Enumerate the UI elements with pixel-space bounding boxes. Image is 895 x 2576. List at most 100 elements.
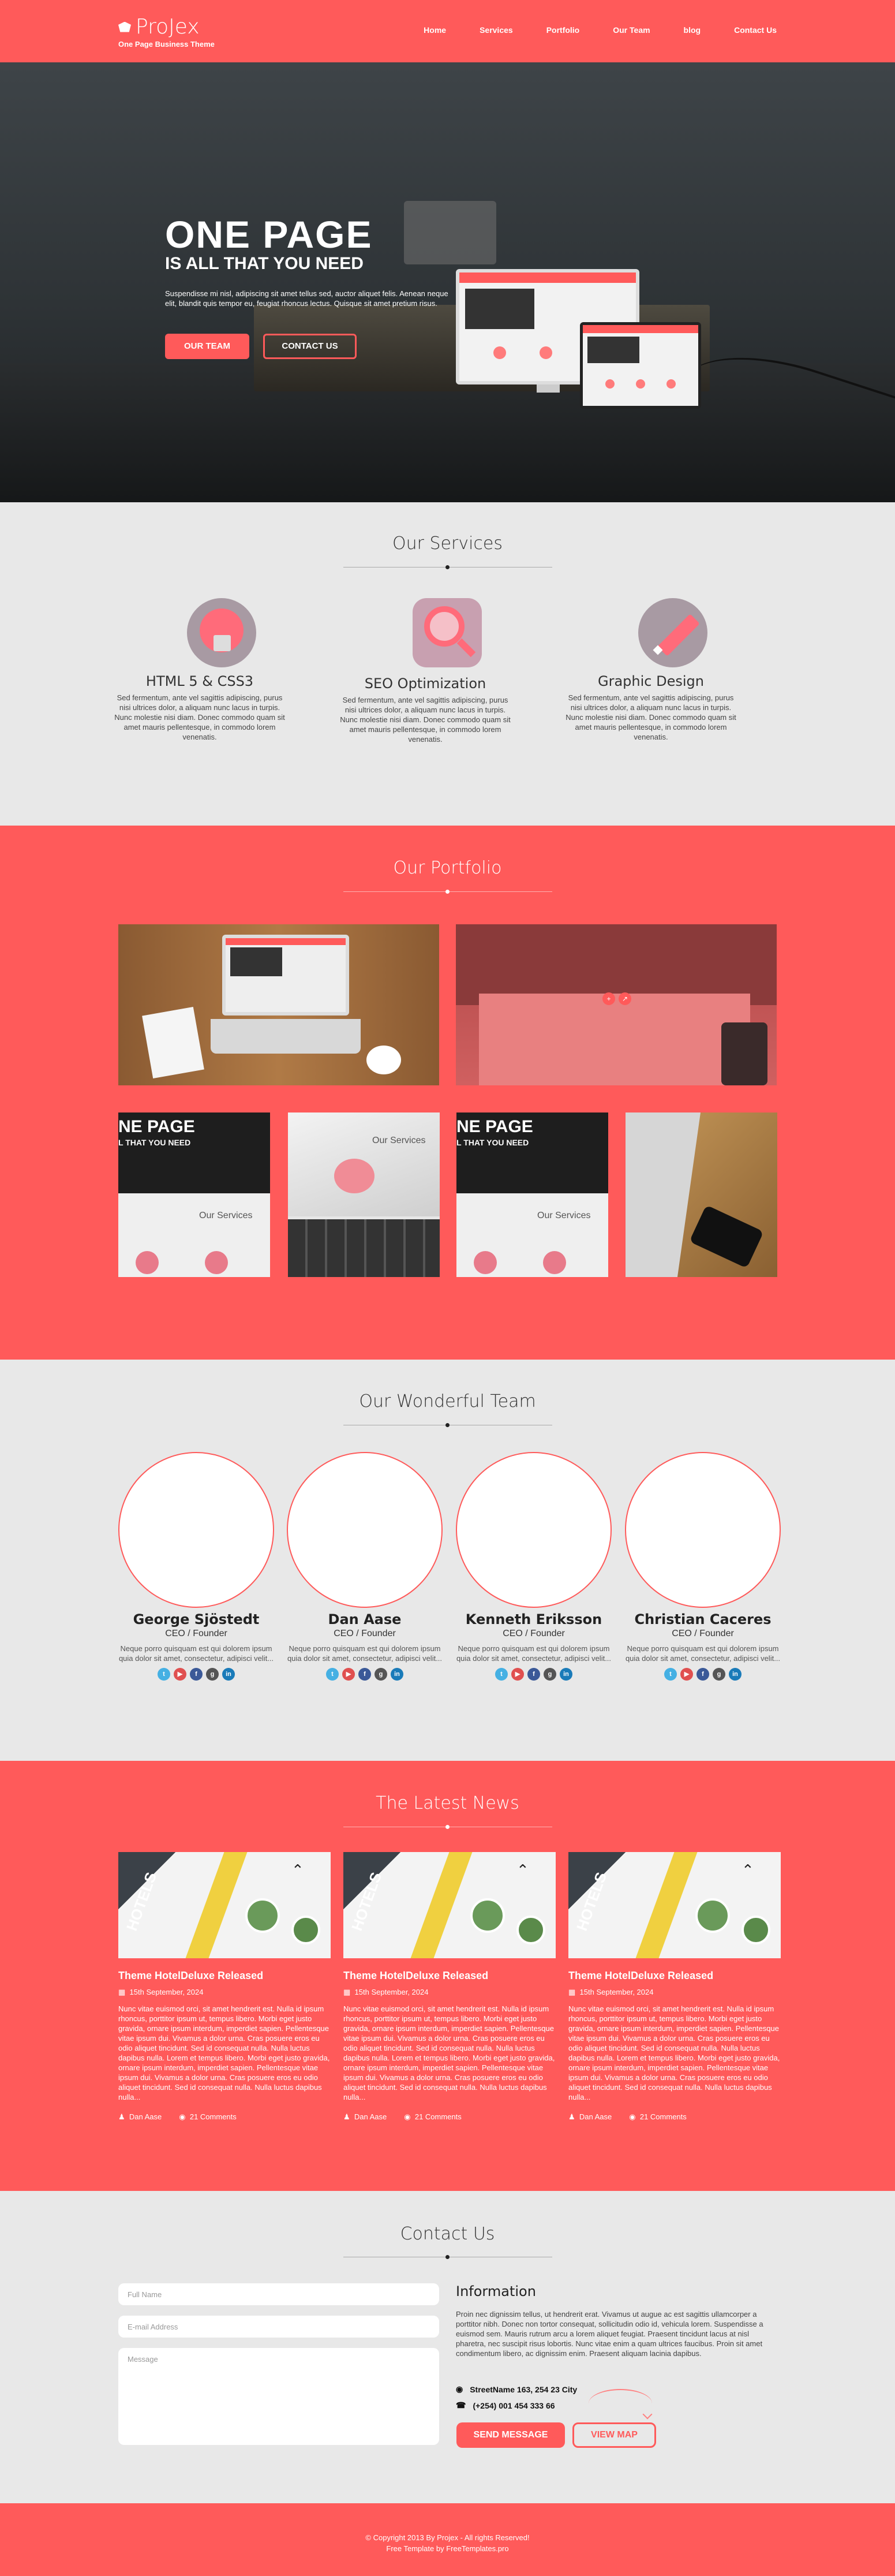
news-author[interactable]: ♟ Dan Aase — [568, 2112, 612, 2122]
user-icon: ♟ — [568, 2112, 575, 2121]
news-title: The Latest News — [376, 1793, 519, 1813]
news-image-text: HOTELS — [348, 1869, 385, 1933]
twitter-icon[interactable]: t — [664, 1668, 677, 1681]
contact-title: Contact Us — [400, 2224, 495, 2244]
portfolio-item-3[interactable]: NE PAGE L THAT YOU NEED Our Services — [118, 1112, 270, 1277]
graphic-design-icon — [638, 598, 707, 667]
google-plus-icon[interactable]: g — [544, 1668, 556, 1681]
youtube-icon[interactable]: ▶ — [680, 1668, 693, 1681]
nav-home[interactable]: Home — [424, 25, 446, 35]
social-links: t ▶ f g in — [450, 1668, 618, 1681]
news-text: Nunc vitae euismod orci, sit amet hendre… — [343, 2004, 555, 2101]
portfolio-item-4[interactable]: Our Services — [288, 1112, 440, 1277]
portfolio-item-1[interactable] — [118, 924, 439, 1085]
member-role: CEO / Founder — [165, 1629, 227, 1638]
chevron-up-icon: ⌃ — [516, 1861, 529, 1879]
google-plus-icon[interactable]: g — [713, 1668, 725, 1681]
linkedin-icon[interactable]: in — [391, 1668, 403, 1681]
twitter-icon[interactable]: t — [495, 1668, 508, 1681]
twitter-icon[interactable]: t — [326, 1668, 339, 1681]
google-plus-icon[interactable]: g — [375, 1668, 387, 1681]
calendar-icon: ▦ — [343, 1988, 351, 1996]
section-divider-dot — [445, 890, 450, 894]
full-name-field[interactable]: Full Name — [118, 2283, 439, 2305]
news-title[interactable]: Theme HotelDeluxe Released — [568, 1970, 781, 1982]
linkedin-icon[interactable]: in — [560, 1668, 572, 1681]
nav-contact-us[interactable]: Contact Us — [734, 25, 777, 35]
news-image[interactable]: HOTELS ⌃ — [343, 1852, 556, 1958]
avatar — [118, 1452, 274, 1608]
site-footer: © Copyright 2013 By Projex - All rights … — [0, 2503, 895, 2576]
news-comments[interactable]: ◉ 21 Comments — [629, 2112, 687, 2122]
linkedin-icon[interactable]: in — [729, 1668, 742, 1681]
view-map-button[interactable]: VIEW MAP — [572, 2422, 656, 2448]
html5-css3-icon — [187, 598, 256, 667]
nav-our-team[interactable]: Our Team — [613, 25, 650, 35]
news-comments[interactable]: ◉ 21 Comments — [404, 2112, 462, 2122]
comment-icon: ◉ — [179, 2112, 186, 2121]
member-bio: Neque porro quisquam est qui dolorem ips… — [287, 1644, 443, 1663]
thumb-title: NE PAGE — [118, 1117, 195, 1136]
linkedin-icon[interactable]: in — [222, 1668, 235, 1681]
google-plus-icon[interactable]: g — [206, 1668, 219, 1681]
thumb-services-label: Our Services — [372, 1136, 426, 1145]
calendar-icon: ▦ — [568, 1988, 576, 1996]
section-divider-dot — [445, 1423, 450, 1427]
contact-us-button[interactable]: CONTACT US — [263, 334, 357, 359]
member-name: George Sjöstedt — [133, 1611, 260, 1627]
news-author[interactable]: ♟ Dan Aase — [118, 2112, 162, 2122]
news-image-text: HOTELS — [123, 1869, 160, 1933]
news-image-text: HOTELS — [573, 1869, 611, 1933]
section-divider-dot — [445, 2255, 450, 2259]
service-graphic-design: Graphic Design Sed fermentum, ante vel s… — [563, 673, 739, 742]
member-role: CEO / Founder — [334, 1629, 396, 1638]
contact-address: ◉ StreetName 163, 254 23 City — [456, 2384, 578, 2394]
facebook-icon[interactable]: f — [527, 1668, 540, 1681]
nav-blog[interactable]: blog — [684, 25, 701, 35]
calendar-icon: ▦ — [118, 1988, 126, 1996]
logo-icon — [118, 21, 131, 32]
youtube-icon[interactable]: ▶ — [342, 1668, 355, 1681]
news-comments[interactable]: ◉ 21 Comments — [179, 2112, 237, 2122]
service-text: Sed fermentum, ante vel sagittis adipisc… — [566, 693, 736, 741]
news-meta: ♟ Dan Aase ◉ 21 Comments — [118, 2112, 331, 2122]
service-title: Graphic Design — [598, 673, 704, 689]
footer-credit-link[interactable]: Free Template by FreeTemplates.pro — [0, 2544, 895, 2553]
youtube-icon[interactable]: ▶ — [174, 1668, 186, 1681]
user-icon: ♟ — [343, 2112, 350, 2121]
zoom-icon[interactable]: + — [602, 992, 615, 1005]
main-nav: Home Services Portfolio Our Team blog Co… — [390, 25, 777, 35]
chevron-up-icon: ⌃ — [291, 1861, 304, 1879]
twitter-icon[interactable]: t — [158, 1668, 170, 1681]
portfolio-item-6[interactable] — [626, 1112, 777, 1277]
hero-text: Suspendisse mi nisl, adipiscing sit amet… — [165, 289, 448, 308]
hero-tablet-image — [580, 322, 701, 409]
news-image[interactable]: HOTELS ⌃ — [118, 1852, 331, 1958]
seo-optimization-icon — [413, 598, 482, 667]
message-field[interactable]: Message — [118, 2348, 439, 2445]
portfolio-section: Our Portfolio + ↗ NE PAGE L THAT YOU NEE… — [0, 826, 895, 1360]
thumb-subtitle: L THAT YOU NEED — [456, 1138, 529, 1147]
news-title[interactable]: Theme HotelDeluxe Released — [118, 1970, 331, 1982]
brand-logo[interactable]: ProJex One Page Business Theme — [118, 15, 215, 48]
social-links: t ▶ f g in — [112, 1668, 280, 1681]
nav-portfolio[interactable]: Portfolio — [546, 25, 580, 35]
link-icon[interactable]: ↗ — [619, 992, 631, 1005]
facebook-icon[interactable]: f — [190, 1668, 203, 1681]
our-team-button[interactable]: OUR TEAM — [165, 334, 249, 359]
news-author[interactable]: ♟ Dan Aase — [343, 2112, 387, 2122]
youtube-icon[interactable]: ▶ — [511, 1668, 524, 1681]
send-message-button[interactable]: SEND MESSAGE — [456, 2422, 565, 2448]
hero-section: ONE PAGE IS ALL THAT YOU NEED Suspendiss… — [0, 62, 895, 502]
service-title: SEO Optimization — [364, 675, 486, 692]
nav-services[interactable]: Services — [480, 25, 513, 35]
facebook-icon[interactable]: f — [696, 1668, 709, 1681]
portfolio-item-5[interactable]: NE PAGE L THAT YOU NEED Our Services — [456, 1112, 608, 1277]
facebook-icon[interactable]: f — [358, 1668, 371, 1681]
news-section: The Latest News HOTELS ⌃ Theme HotelDelu… — [0, 1761, 895, 2191]
email-field[interactable]: E-mail Address — [118, 2316, 439, 2338]
news-image[interactable]: HOTELS ⌃ — [568, 1852, 781, 1958]
portfolio-item-2-hover[interactable]: + ↗ — [456, 924, 777, 1085]
news-title[interactable]: Theme HotelDeluxe Released — [343, 1970, 556, 1982]
comment-icon: ◉ — [629, 2112, 636, 2121]
